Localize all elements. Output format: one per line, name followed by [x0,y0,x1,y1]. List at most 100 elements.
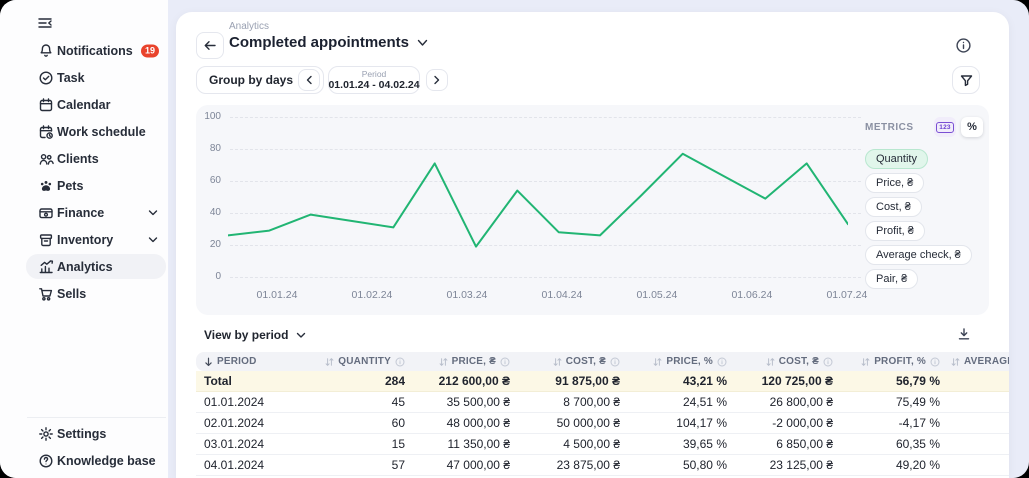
table-cell: 45 [346,395,412,409]
sidebar-item-label: Analytics [57,260,113,274]
sidebar-item-sells[interactable]: Sells [0,280,168,307]
download-icon[interactable] [957,327,971,341]
column-label: QUANTITY [338,356,391,367]
table-row[interactable]: 04.01.20245747 000,00 ₴23 875,00 ₴50,80 … [196,455,1009,476]
quantity-series-line [228,154,848,247]
period-next-button[interactable] [426,69,448,91]
chevron-down-icon [148,236,158,243]
table-row[interactable]: 01.01.20244535 500,00 ₴8 700,00 ₴24,51 %… [196,392,1009,413]
sidebar-item-pets[interactable]: Pets [0,172,168,199]
table-cell: 43,21 % [627,374,734,388]
bell-icon [38,43,54,59]
sidebar-item-label: Clients [57,152,99,166]
sidebar-item-inventory[interactable]: Inventory [0,226,168,253]
table-cell: 24,51 % [627,395,734,409]
app-screen: Notifications 19 Task Calendar Work sche… [0,0,1029,478]
sidebar-item-label: Finance [57,206,104,220]
filter-button[interactable] [952,66,980,94]
table-row[interactable]: 02.01.20246048 000,00 ₴50 000,00 ₴104,17… [196,413,1009,434]
table-cell: 02.01.2024 [196,416,346,430]
metrics-legend: METRICS 123 % Quantity Price, ₴ Cost, ₴ … [865,117,983,293]
sidebar-item-analytics[interactable]: Analytics [0,253,168,280]
table-header-cell[interactable]: PERIOD [196,356,346,367]
metrics-percent-toggle[interactable]: % [961,117,983,137]
sidebar-item-notifications[interactable]: Notifications 19 [0,37,168,64]
chevron-right-icon [433,75,441,85]
table-cell: 48 000,00 ₴ [412,416,517,430]
table-header-row: PERIODQUANTITYPRICE, ₴COST, ₴PRICE, %COS… [196,352,1009,371]
sidebar-item-clients[interactable]: Clients [0,145,168,172]
people-icon [38,151,54,167]
metric-pill-profit[interactable]: Profit, ₴ [865,221,925,241]
table-cell: 15 [346,437,412,451]
sidebar-item-label: Inventory [57,233,113,247]
table-cell: 04.01.2024 [196,458,346,472]
y-axis-tick: 80 [195,143,221,154]
table-total-row[interactable]: Total284212 600,00 ₴91 875,00 ₴43,21 %12… [196,371,1009,392]
filter-funnel-icon [960,74,973,87]
period-selector[interactable]: Period 01.01.24 - 04.02.24 [328,66,420,94]
table-cell: 57 [346,458,412,472]
gridline [230,277,861,278]
metric-pill-average-check[interactable]: Average check, ₴ [865,245,972,265]
table-header-cell[interactable]: PRICE, ₴ [412,356,517,367]
table-cell: 120 725,00 ₴ [734,374,840,388]
calendar-clock-icon [38,124,54,140]
metrics-number-toggle[interactable]: 123 [934,117,956,137]
chart-panel: 020406080100 01.01.2401.02.2401.03.2401.… [196,105,989,315]
sidebar-item-knowledge-base[interactable]: Knowledge base [0,447,168,474]
sidebar-item-finance[interactable]: Finance [0,199,168,226]
box-icon [38,232,54,248]
sidebar-item-label: Knowledge base [57,454,156,468]
table-cell: 49,20 % [840,458,947,472]
page-title[interactable]: Completed appointments [229,34,428,51]
x-axis-tick: 01.03.24 [447,289,488,301]
table-header-cell[interactable]: QUANTITY [346,356,412,367]
group-by-label: Group by days [209,73,293,87]
table-cell: 104,17 % [627,416,734,430]
back-button[interactable] [196,32,224,59]
period-prev-button[interactable] [298,69,320,91]
info-icon[interactable] [955,37,972,54]
table-cell: -2 000,00 ₴ [734,416,840,430]
sidebar-item-label: Pets [57,179,83,193]
collapse-sidebar-icon[interactable] [36,14,54,32]
shopping-cart-icon [38,286,54,302]
sidebar-item-task[interactable]: Task [0,64,168,91]
x-axis-tick: 01.05.24 [636,289,677,301]
sidebar-item-label: Task [57,71,85,85]
metric-pill-pair[interactable]: Pair, ₴ [865,269,918,289]
x-axis-tick: 01.04.24 [541,289,582,301]
table-header-cell[interactable]: PROFIT, % [840,356,947,367]
table-header-cell[interactable]: COST, ₴ [517,356,627,367]
metric-pill-cost[interactable]: Cost, ₴ [865,197,922,217]
table-cell: 91 875,00 ₴ [517,374,627,388]
view-by-label: View by period [204,328,288,342]
table-header-cell[interactable]: COST, ₴ [734,356,840,367]
sidebar-item-calendar[interactable]: Calendar [0,91,168,118]
metric-pill-quantity[interactable]: Quantity [865,149,928,169]
sidebar-item-label: Notifications [57,44,133,58]
x-axis-tick: 01.07.24 [826,289,867,301]
metric-pill-price[interactable]: Price, ₴ [865,173,924,193]
view-by-period-dropdown[interactable]: View by period [204,328,306,342]
metrics-title: METRICS [865,122,914,133]
column-label: COST, ₴ [779,356,819,367]
table-header-cell[interactable]: PRICE, % [627,356,734,367]
y-axis-tick: 40 [195,207,221,218]
table-cell: 35 500,00 ₴ [412,395,517,409]
table-cell: 60,35 % [840,437,947,451]
sidebar-item-work-schedule[interactable]: Work schedule [0,118,168,145]
sidebar-item-settings[interactable]: Settings [0,420,168,447]
y-axis-tick: 100 [195,111,221,122]
sidebar-item-label: Work schedule [57,125,146,139]
sidebar-item-label: Sells [57,287,86,301]
table-cell: 26 800,00 ₴ [734,395,840,409]
breadcrumb: Analytics [229,21,269,32]
sidebar-item-label: Calendar [57,98,111,112]
column-label: PRICE, % [666,356,713,367]
page-title-text: Completed appointments [229,34,409,51]
table-header-cell[interactable]: AVERAGE C [947,356,1009,367]
y-axis-tick: 20 [195,239,221,250]
table-row[interactable]: 03.01.20241511 350,00 ₴4 500,00 ₴39,65 %… [196,434,1009,455]
